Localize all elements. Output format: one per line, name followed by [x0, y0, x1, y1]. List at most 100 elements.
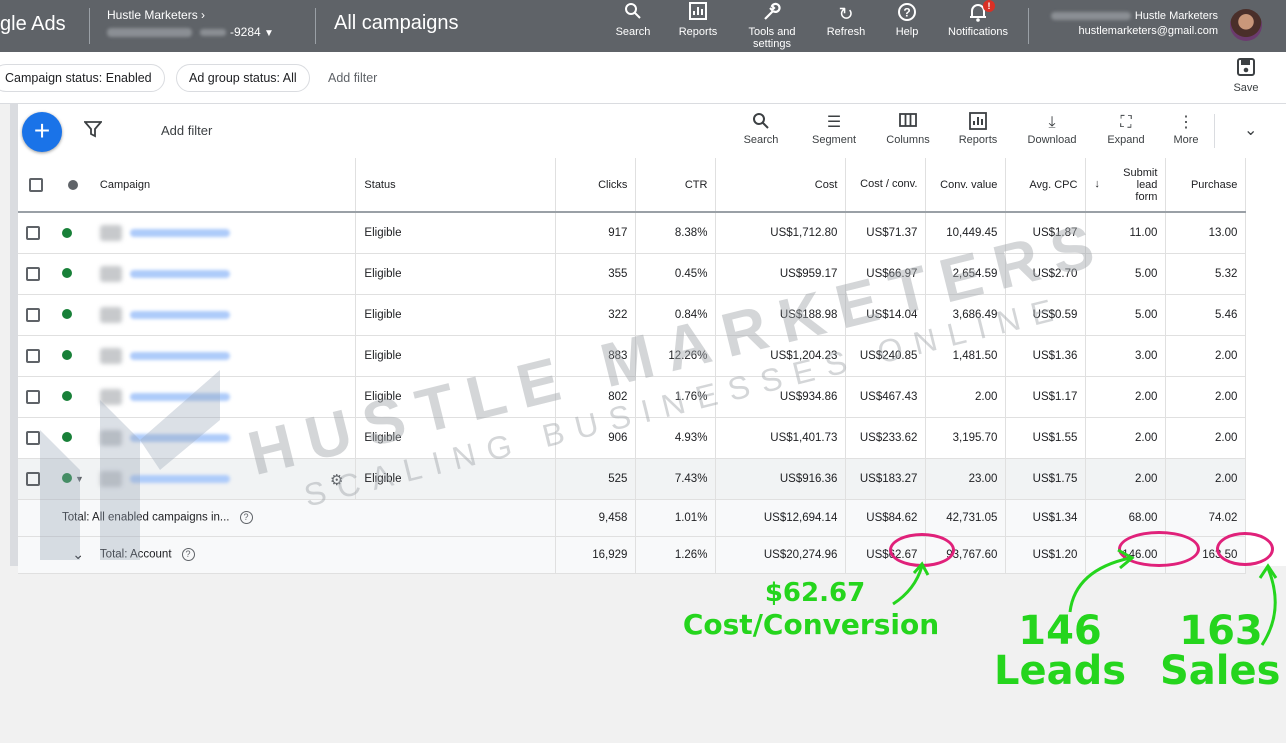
- row-checkbox[interactable]: [26, 266, 40, 281]
- clicks-header[interactable]: Clicks: [555, 158, 637, 213]
- campaign-name-cell[interactable]: [91, 376, 357, 418]
- campaign-header[interactable]: Campaign: [91, 158, 357, 213]
- table-row[interactable]: Eligible 906 4.93% US$1,401.73 US$233.62 3,19…: [18, 417, 1247, 459]
- table-toolbar: + Add filter Search ☰ Segment Columns Re…: [18, 104, 1286, 158]
- row-checkbox[interactable]: [26, 225, 40, 240]
- add-filter-link[interactable]: Add filter: [328, 71, 377, 85]
- tool-label: Search: [743, 134, 779, 146]
- table-reports-button[interactable]: Reports: [950, 112, 1006, 146]
- table-row[interactable]: ▼ ⚙ Eligible 525 7.43% US$916.36 US$183.27 23.0…: [18, 458, 1247, 500]
- help-icon: ?: [889, 2, 925, 26]
- submit-lead-form-header[interactable]: ↓ Submit lead form: [1085, 158, 1167, 213]
- chevron-down-icon[interactable]: ⌄: [72, 546, 84, 562]
- row-checkbox[interactable]: [26, 389, 40, 404]
- purchase-header[interactable]: Purchase: [1165, 158, 1247, 213]
- status-dot-icon[interactable]: [62, 350, 72, 361]
- add-filter-input[interactable]: Add filter: [161, 123, 212, 138]
- ctr-cell: 1.76%: [635, 376, 717, 418]
- cost-conv-header[interactable]: Cost / conv.: [845, 158, 927, 213]
- notifications-button[interactable]: Notifications: [940, 2, 1016, 38]
- campaign-name-cell[interactable]: ⚙: [91, 458, 357, 500]
- purchase-cell: 5.46: [1165, 294, 1247, 336]
- campaign-name-cell[interactable]: [91, 294, 357, 336]
- purchase-cell: 2.00: [1165, 335, 1247, 377]
- table-row[interactable]: Eligible 917 8.38% US$1,712.80 US$71.37 10,44…: [18, 212, 1247, 254]
- add-campaign-button[interactable]: +: [22, 112, 62, 152]
- avg-cpc-cell: US$1.55: [1005, 417, 1087, 459]
- search-button[interactable]: Search: [612, 2, 654, 38]
- row-checkbox[interactable]: [26, 430, 40, 445]
- ad-group-status-filter-chip[interactable]: Ad group status: All: [176, 64, 310, 92]
- ctr-header[interactable]: CTR: [635, 158, 717, 213]
- expand-button[interactable]: ⛶ Expand: [1098, 112, 1154, 146]
- filter-bar: Campaign status: Enabled Ad group status…: [0, 52, 1286, 104]
- refresh-button[interactable]: ↻ Refresh: [822, 2, 870, 38]
- submit-cell: 2.00: [1085, 376, 1167, 418]
- campaign-name-cell[interactable]: [91, 253, 357, 295]
- more-button[interactable]: ⋮ More: [1164, 112, 1208, 146]
- blurred-account-id-prefix: [200, 29, 226, 37]
- help-button[interactable]: ? Help: [889, 2, 925, 38]
- dropdown-icon[interactable]: ▼: [75, 474, 84, 484]
- account-switcher[interactable]: Hustle Marketers › -9284 ▼: [107, 8, 274, 39]
- collapse-chevron-icon[interactable]: ⌄: [1244, 120, 1257, 140]
- total-account-label: Total: Account: [99, 548, 172, 561]
- tools-button[interactable]: Tools and settings: [740, 2, 804, 50]
- total-account-clicks: 16,929: [555, 536, 637, 574]
- table-search-button[interactable]: Search: [734, 112, 788, 146]
- google-ads-logo[interactable]: gle Ads: [0, 13, 66, 36]
- blurred-campaign-name: [99, 429, 230, 446]
- columns-button[interactable]: Columns: [876, 112, 940, 146]
- table-row[interactable]: Eligible 802 1.76% US$934.86 US$467.43 2.00 US…: [18, 376, 1247, 418]
- status-dot-icon[interactable]: [62, 473, 72, 484]
- select-all-checkbox[interactable]: [29, 177, 43, 192]
- segment-icon: ☰: [826, 114, 842, 131]
- gear-icon[interactable]: ⚙: [330, 471, 343, 489]
- segment-button[interactable]: ☰ Segment: [802, 112, 866, 146]
- campaign-name-cell[interactable]: [91, 212, 357, 254]
- help-icon[interactable]: ?: [181, 548, 195, 561]
- campaign-name-cell[interactable]: [91, 417, 357, 459]
- status-header[interactable]: Status: [355, 158, 557, 213]
- status-dot-icon[interactable]: [62, 227, 72, 238]
- save-button[interactable]: Save: [1230, 58, 1262, 94]
- row-checkbox[interactable]: [26, 471, 40, 486]
- conv-value-cell: 3,686.49: [925, 294, 1007, 336]
- filter-icon[interactable]: [83, 120, 103, 138]
- ctr-cell: 0.84%: [635, 294, 717, 336]
- table-row[interactable]: Eligible 883 12.26% US$1,204.23 US$240.85 1,4…: [18, 335, 1247, 377]
- help-icon[interactable]: ?: [239, 511, 253, 524]
- status-dot-icon[interactable]: [62, 432, 72, 443]
- table-row[interactable]: Eligible 322 0.84% US$188.98 US$14.04 3,686.4…: [18, 294, 1247, 336]
- campaign-name-cell[interactable]: [91, 335, 357, 377]
- clicks-cell: 917: [555, 212, 637, 254]
- submit-cell: 5.00: [1085, 253, 1167, 295]
- campaign-status-filter-chip[interactable]: Campaign status: Enabled: [0, 64, 165, 92]
- avatar[interactable]: [1230, 9, 1262, 41]
- cost-header[interactable]: Cost: [715, 158, 847, 213]
- status-dot-icon[interactable]: [62, 309, 72, 320]
- status-dot-icon[interactable]: [62, 391, 72, 402]
- user-info[interactable]: Hustle Marketers hustlemarketers@gmail.c…: [1040, 9, 1218, 39]
- purchase-cell: 2.00: [1165, 458, 1247, 500]
- columns-icon: [876, 112, 940, 134]
- total-account-submit: 146.00: [1085, 536, 1167, 574]
- reports-button[interactable]: Reports: [673, 2, 723, 38]
- total-enabled-ctr: 1.01%: [635, 499, 717, 537]
- row-status-cell: [54, 212, 92, 254]
- table-row[interactable]: Eligible 355 0.45% US$959.17 US$66.97 2,654.5…: [18, 253, 1247, 295]
- avg-cpc-header[interactable]: Avg. CPC: [1005, 158, 1087, 213]
- row-select-cell: [18, 417, 54, 459]
- cost-conv-cell: US$183.27: [845, 458, 927, 500]
- row-checkbox[interactable]: [26, 348, 40, 363]
- save-label: Save: [1233, 82, 1259, 94]
- status-dot-icon[interactable]: [62, 268, 72, 279]
- page-title: All campaigns: [334, 12, 459, 34]
- conv-value-header[interactable]: Conv. value: [925, 158, 1007, 213]
- ctr-cell: 0.45%: [635, 253, 717, 295]
- total-account-cost: US$20,274.96: [715, 536, 847, 574]
- conv-value-cell: 23.00: [925, 458, 1007, 500]
- conv-value-cell: 2.00: [925, 376, 1007, 418]
- download-button[interactable]: ⤓ Download: [1020, 112, 1084, 146]
- row-checkbox[interactable]: [26, 307, 40, 322]
